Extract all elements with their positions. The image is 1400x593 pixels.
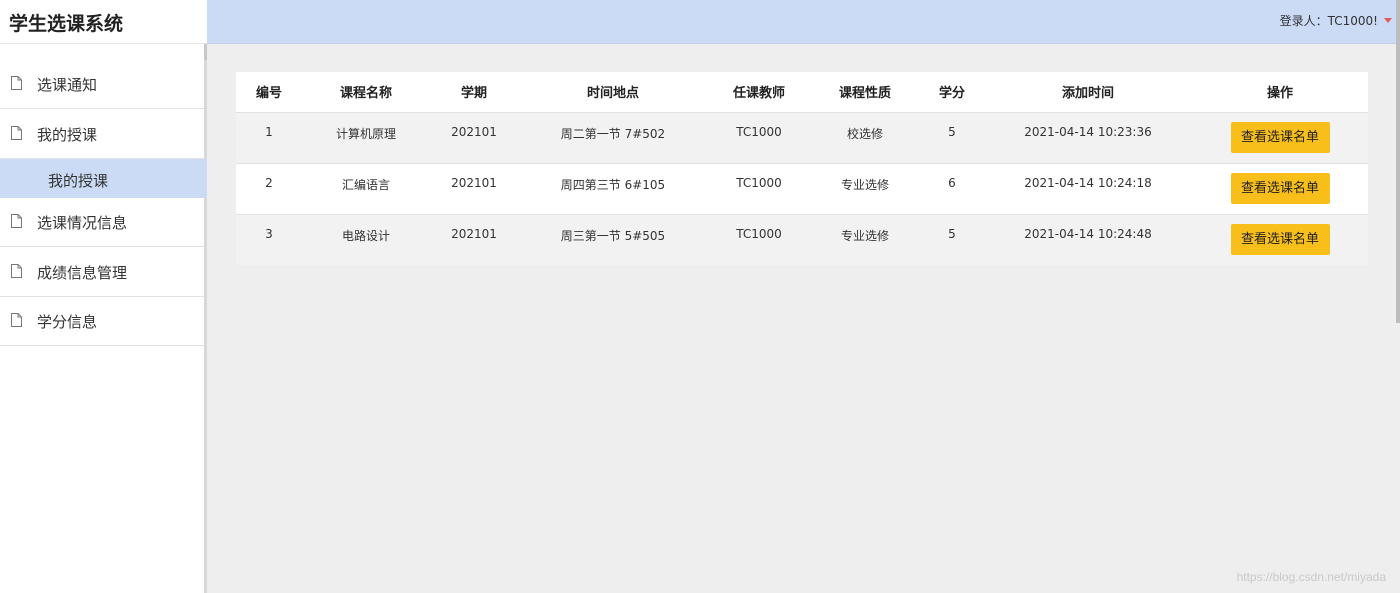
cell-course-type: 专业选修 bbox=[840, 177, 889, 192]
cell-credit: 5 bbox=[948, 124, 956, 139]
cell-id: 3 bbox=[265, 226, 273, 241]
sidebar-item-my-courses[interactable]: 我的授课 bbox=[0, 110, 204, 159]
view-enrollment-list-button[interactable]: 查看选课名单 bbox=[1230, 121, 1330, 153]
cell-time-place: 周二第一节 7#502 bbox=[560, 126, 666, 141]
document-icon bbox=[11, 76, 22, 90]
view-enrollment-list-button[interactable]: 查看选课名单 bbox=[1230, 223, 1330, 255]
cell-term: 202101 bbox=[451, 226, 497, 241]
cell-actions: 查看选课名单 bbox=[1192, 163, 1368, 214]
sidebar-item-selection-info[interactable]: 选课情况信息 bbox=[0, 198, 204, 247]
cell-added-time: 2021-04-14 10:24:48 bbox=[1024, 226, 1152, 241]
cell-actions: 查看选课名单 bbox=[1192, 214, 1368, 265]
cell-added-time: 2021-04-14 10:23:36 bbox=[1024, 124, 1152, 139]
document-icon bbox=[11, 126, 22, 140]
sidebar-scrollbar[interactable] bbox=[204, 44, 207, 60]
cell-course-type: 专业选修 bbox=[840, 228, 889, 243]
column-header-credit: 学分 bbox=[938, 86, 965, 102]
cell-term: 202101 bbox=[451, 124, 497, 139]
column-header-course-type: 课程性质 bbox=[838, 86, 891, 102]
login-user-menu[interactable]: 登录人：TC1000! bbox=[1280, 12, 1378, 29]
cell-actions: 查看选课名单 bbox=[1192, 112, 1368, 163]
cell-credit: 6 bbox=[948, 175, 956, 190]
column-header-time-place: 时间地点 bbox=[586, 86, 639, 102]
cell-course-name: 计算机原理 bbox=[335, 126, 396, 141]
watermark: https://blog.csdn.net/miyada bbox=[1236, 570, 1386, 584]
cell-time-place: 周四第三节 6#105 bbox=[560, 177, 666, 192]
sidebar-item-label: 选课通知 bbox=[37, 76, 98, 94]
sidebar-item-credit-info[interactable]: 学分信息 bbox=[0, 297, 204, 346]
column-header-added-time: 添加时间 bbox=[1061, 86, 1114, 102]
cell-teacher: TC1000 bbox=[736, 175, 782, 190]
document-icon bbox=[11, 264, 22, 278]
cell-course-type: 校选修 bbox=[846, 126, 883, 141]
column-header-course-name: 课程名称 bbox=[339, 86, 392, 102]
caret-down-icon[interactable] bbox=[1384, 18, 1392, 23]
cell-time-place: 周三第一节 5#505 bbox=[560, 228, 666, 243]
sidebar-item-label: 成绩信息管理 bbox=[37, 264, 128, 282]
cell-teacher: TC1000 bbox=[736, 226, 782, 241]
cell-credit: 5 bbox=[948, 226, 956, 241]
document-icon bbox=[11, 313, 22, 327]
sidebar-item-label: 选课情况信息 bbox=[37, 214, 128, 232]
column-header-id: 编号 bbox=[255, 86, 282, 102]
cell-id: 1 bbox=[265, 124, 273, 139]
column-header-actions: 操作 bbox=[1266, 86, 1293, 102]
app-title: 学生选课系统 bbox=[0, 0, 207, 44]
sidebar-item-grade-management[interactable]: 成绩信息管理 bbox=[0, 248, 204, 297]
cell-id: 2 bbox=[265, 175, 273, 190]
cell-added-time: 2021-04-14 10:24:18 bbox=[1024, 175, 1152, 190]
sidebar-subitem-my-courses[interactable]: 我的授课 bbox=[0, 159, 207, 198]
sidebar-item-course-notice[interactable]: 选课通知 bbox=[0, 60, 204, 109]
page-scrollbar[interactable] bbox=[1396, 0, 1400, 323]
document-icon bbox=[11, 214, 22, 228]
sidebar: 选课通知 我的授课 我的授课 选课情况信息 成绩信息管理 学分信息 bbox=[0, 44, 207, 593]
cell-course-name: 电路设计 bbox=[341, 228, 390, 243]
course-table: 编号 课程名称 学期 时间地点 任课教师 课程性质 学分 添加时间 操作 1 计… bbox=[236, 72, 1368, 265]
course-table-container: 编号 课程名称 学期 时间地点 任课教师 课程性质 学分 添加时间 操作 1 计… bbox=[236, 72, 1368, 265]
cell-teacher: TC1000 bbox=[736, 124, 782, 139]
sidebar-item-label: 我的授课 bbox=[37, 126, 98, 144]
cell-term: 202101 bbox=[451, 175, 497, 190]
table-header-row: 编号 课程名称 学期 时间地点 任课教师 课程性质 学分 添加时间 操作 bbox=[236, 72, 1368, 112]
sidebar-item-label: 学分信息 bbox=[37, 313, 98, 331]
table-row: 2 汇编语言 202101 周四第三节 6#105 TC1000 专业选修 6 … bbox=[236, 163, 1368, 214]
top-bar: 登录人：TC1000! bbox=[207, 0, 1400, 44]
column-header-teacher: 任课教师 bbox=[732, 86, 785, 102]
table-row: 3 电路设计 202101 周三第一节 5#505 TC1000 专业选修 5 … bbox=[236, 214, 1368, 265]
cell-course-name: 汇编语言 bbox=[341, 177, 390, 192]
sidebar-subitem-label: 我的授课 bbox=[48, 172, 109, 190]
table-row: 1 计算机原理 202101 周二第一节 7#502 TC1000 校选修 5 … bbox=[236, 112, 1368, 163]
view-enrollment-list-button[interactable]: 查看选课名单 bbox=[1230, 172, 1330, 204]
column-header-term: 学期 bbox=[460, 86, 487, 102]
